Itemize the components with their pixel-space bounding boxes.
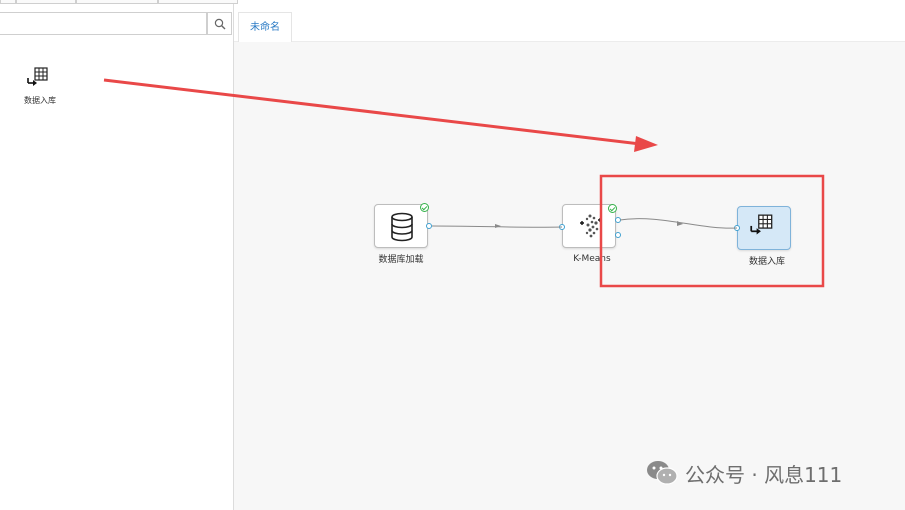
panel-tab-strip	[0, 0, 238, 5]
success-status-icon	[420, 203, 429, 212]
node-database-load[interactable]	[374, 204, 428, 248]
input-port[interactable]	[734, 225, 740, 231]
table-import-icon	[27, 67, 48, 86]
wechat-icon	[647, 461, 678, 485]
tab-untitled[interactable]: 未命名	[238, 12, 292, 42]
cluster-icon	[580, 214, 602, 238]
node-label: 数据库加载	[378, 255, 424, 265]
node-data-import[interactable]	[737, 206, 791, 250]
output-port[interactable]	[426, 223, 432, 229]
document-tab-bar: 未命名	[234, 12, 905, 42]
panel-tab[interactable]	[0, 0, 16, 4]
panel-tab[interactable]	[16, 0, 76, 4]
search-icon	[214, 18, 225, 29]
input-port[interactable]	[559, 224, 565, 230]
table-import-icon	[750, 214, 773, 235]
database-icon	[391, 212, 413, 242]
palette-item-label: 数据入库	[24, 96, 56, 105]
output-port[interactable]	[615, 232, 621, 238]
node-label: 数据入库	[748, 257, 785, 267]
palette-item-data-import[interactable]: 数据入库	[18, 64, 62, 110]
search-button[interactable]	[207, 12, 232, 35]
watermark: 公众号 · 风息111	[645, 458, 842, 488]
output-port[interactable]	[615, 217, 621, 223]
node-label: K-Means	[573, 254, 611, 264]
component-palette: 数据入库	[0, 0, 238, 510]
panel-tab[interactable]	[76, 0, 158, 4]
workflow-canvas[interactable]: 数据库加载 K-Means 数据入库	[234, 42, 905, 510]
watermark-text: 公众号 · 风息111	[685, 462, 843, 487]
success-status-icon	[608, 204, 617, 213]
panel-tab[interactable]	[158, 0, 238, 4]
search-input[interactable]	[0, 12, 207, 35]
